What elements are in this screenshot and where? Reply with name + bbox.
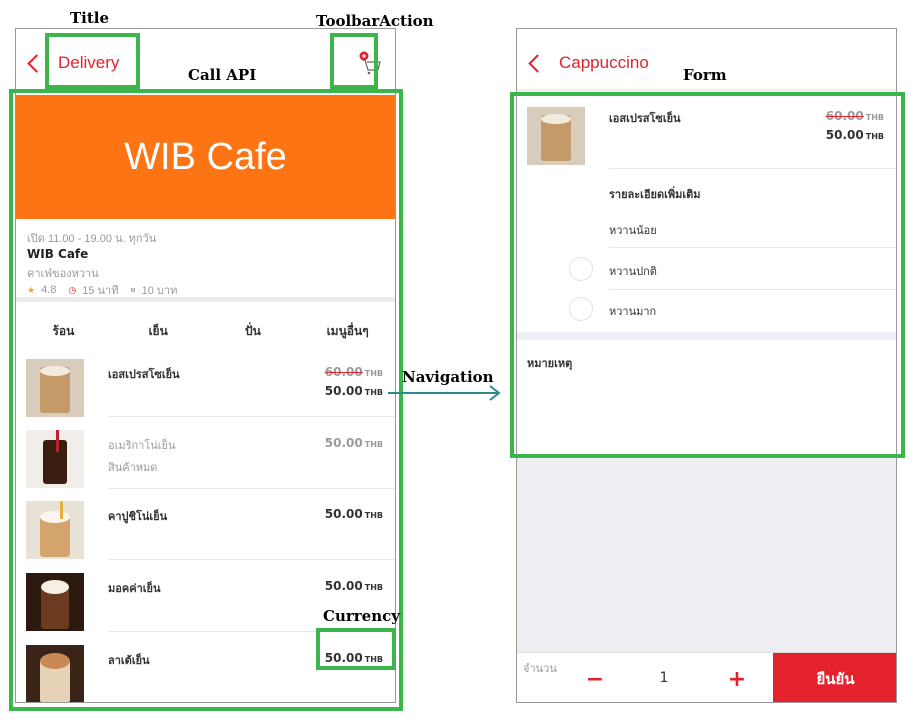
- currency-annotation: Currency: [323, 607, 400, 625]
- form-highlight-box: [510, 92, 905, 458]
- minus-button[interactable]: −: [583, 669, 607, 691]
- confirm-button[interactable]: ยืนยัน: [773, 653, 896, 702]
- currency-highlight-box: [316, 628, 396, 670]
- title-highlight-box: [45, 33, 140, 89]
- call-api-annotation: Call API: [188, 66, 257, 84]
- page-title: Cappuccino: [559, 53, 649, 72]
- quantity-label: จำนวน: [523, 662, 557, 675]
- toolbar-action-highlight-box: [330, 33, 378, 89]
- title-annotation: Title: [70, 9, 110, 27]
- toolbar-action-annotation: ToolbarAction: [316, 12, 434, 30]
- quantity-bar: จำนวน − 1 + ยืนยัน: [517, 652, 896, 702]
- quantity-value: 1: [659, 670, 669, 686]
- form-annotation: Form: [683, 66, 727, 84]
- back-chevron-icon[interactable]: [27, 54, 46, 73]
- navigation-arrow-icon: [388, 382, 504, 404]
- plus-button[interactable]: +: [725, 669, 749, 691]
- back-chevron-icon[interactable]: [528, 54, 547, 73]
